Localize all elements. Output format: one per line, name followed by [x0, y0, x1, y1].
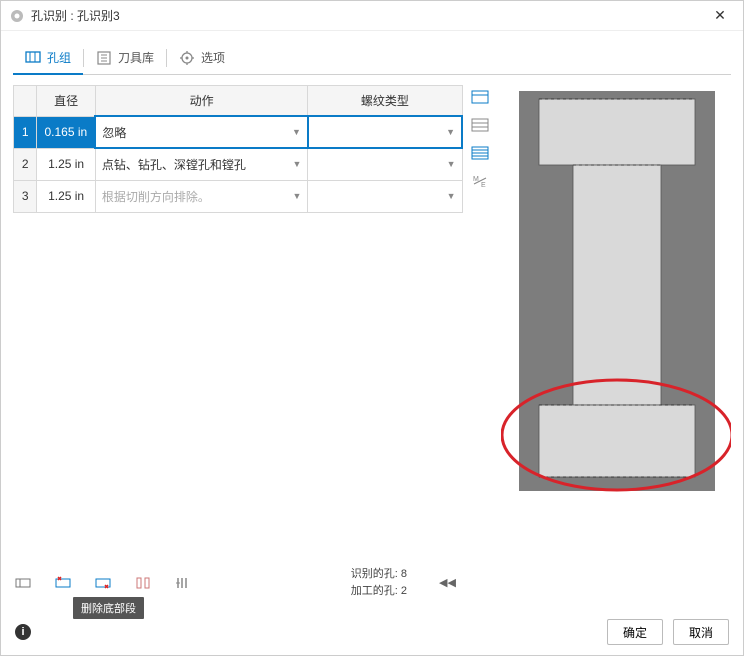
tool-segment[interactable]: [133, 573, 153, 593]
chevron-down-icon: ▼: [292, 191, 301, 201]
table-row[interactable]: 1 0.165 in 忽略▼ ▼: [14, 116, 463, 148]
tab-label: 刀具库: [118, 49, 154, 66]
chevron-down-icon: ▼: [447, 191, 456, 201]
bottom-toolbar: 删除底部段 识别的孔: 8 加工的孔: 2 ◀◀: [13, 560, 463, 601]
table-header-row: 直径 动作 螺纹类型: [14, 86, 463, 117]
close-button[interactable]: ✕: [705, 7, 735, 24]
col-diameter-header[interactable]: 直径: [37, 86, 95, 117]
preview-canvas[interactable]: [501, 85, 731, 601]
content-area: 孔组 刀具库 选项 直径: [1, 31, 743, 609]
machined-value: 2: [401, 585, 407, 597]
tooltip: 删除底部段: [73, 597, 144, 619]
hole-group-icon: [25, 49, 41, 65]
col-action-header[interactable]: 动作: [95, 86, 308, 117]
recognized-value: 8: [401, 568, 407, 580]
chevron-down-icon: ▼: [447, 159, 456, 169]
gear-icon: [179, 50, 195, 66]
tool-columns[interactable]: [173, 573, 193, 593]
row-view-2-icon[interactable]: [471, 117, 489, 133]
table-row[interactable]: 3 1.25 in 根据切削方向排除。▼ ▼: [14, 180, 463, 212]
window-title: 孔识别 : 孔识别3: [31, 7, 705, 24]
unit-toggle-icon[interactable]: ME: [471, 173, 489, 189]
diameter-cell[interactable]: 1.25 in: [37, 148, 95, 180]
chevron-down-icon: ▼: [292, 127, 301, 137]
action-value: 根据切削方向排除。: [102, 188, 293, 205]
table-row[interactable]: 2 1.25 in 点钻、钻孔、深镗孔和镗孔▼ ▼: [14, 148, 463, 180]
svg-text:E: E: [481, 182, 486, 188]
ok-button[interactable]: 确定: [607, 619, 663, 645]
action-cell[interactable]: 根据切削方向排除。▼: [95, 180, 308, 212]
tool-delete-bottom[interactable]: 删除底部段: [93, 573, 113, 593]
preview-panel: [501, 85, 731, 601]
action-value: 点钻、钻孔、深镗孔和镗孔: [102, 156, 293, 173]
cancel-button[interactable]: 取消: [673, 619, 729, 645]
tool-crib-icon: [96, 50, 112, 66]
col-idx-header: [14, 86, 37, 117]
tabs: 孔组 刀具库 选项: [13, 41, 731, 75]
tab-label: 孔组: [47, 49, 71, 66]
chevron-down-icon: ▼: [446, 127, 455, 137]
row-view-1-icon[interactable]: [471, 89, 489, 105]
titlebar: 孔识别 : 孔识别3 ✕: [1, 1, 743, 31]
action-cell[interactable]: 忽略▼: [95, 116, 308, 148]
tool-row: 删除底部段: [13, 573, 193, 593]
col-thread-header[interactable]: 螺纹类型: [308, 86, 462, 117]
side-icon-column: ME: [471, 85, 493, 601]
tool-delete-group[interactable]: [13, 573, 33, 593]
row-index: 1: [14, 116, 37, 148]
left-column: 直径 动作 螺纹类型 1 0.165 in 忽略▼: [13, 85, 463, 601]
info-icon[interactable]: i: [15, 624, 31, 640]
diameter-cell[interactable]: 0.165 in: [37, 116, 95, 148]
row-index: 3: [14, 180, 37, 212]
tab-hole-groups[interactable]: 孔组: [13, 41, 83, 75]
tab-tool-crib[interactable]: 刀具库: [84, 41, 166, 75]
row-index: 2: [14, 148, 37, 180]
app-icon: [9, 8, 25, 24]
action-cell[interactable]: 点钻、钻孔、深镗孔和镗孔▼: [95, 148, 308, 180]
main-body: 直径 动作 螺纹类型 1 0.165 in 忽略▼: [13, 75, 731, 601]
chevron-down-icon: ▼: [292, 159, 301, 169]
action-value: 忽略: [102, 124, 292, 141]
tab-label: 选项: [201, 49, 225, 66]
dialog-window: 孔识别 : 孔识别3 ✕ 孔组 刀具库 选项: [0, 0, 744, 656]
machined-label: 加工的孔:: [351, 585, 398, 597]
thread-cell[interactable]: ▼: [308, 148, 462, 180]
thread-cell[interactable]: ▼: [308, 116, 462, 148]
rewind-button[interactable]: ◀◀: [439, 576, 463, 589]
recognized-label: 识别的孔:: [351, 568, 398, 580]
tab-options[interactable]: 选项: [167, 41, 237, 75]
stats-block: 识别的孔: 8 加工的孔: 2: [351, 566, 407, 599]
tool-flag-group[interactable]: [53, 573, 73, 593]
thread-cell[interactable]: ▼: [308, 180, 462, 212]
diameter-cell[interactable]: 1.25 in: [37, 180, 95, 212]
hole-table: 直径 动作 螺纹类型 1 0.165 in 忽略▼: [13, 85, 463, 560]
row-view-3-icon[interactable]: [471, 145, 489, 161]
